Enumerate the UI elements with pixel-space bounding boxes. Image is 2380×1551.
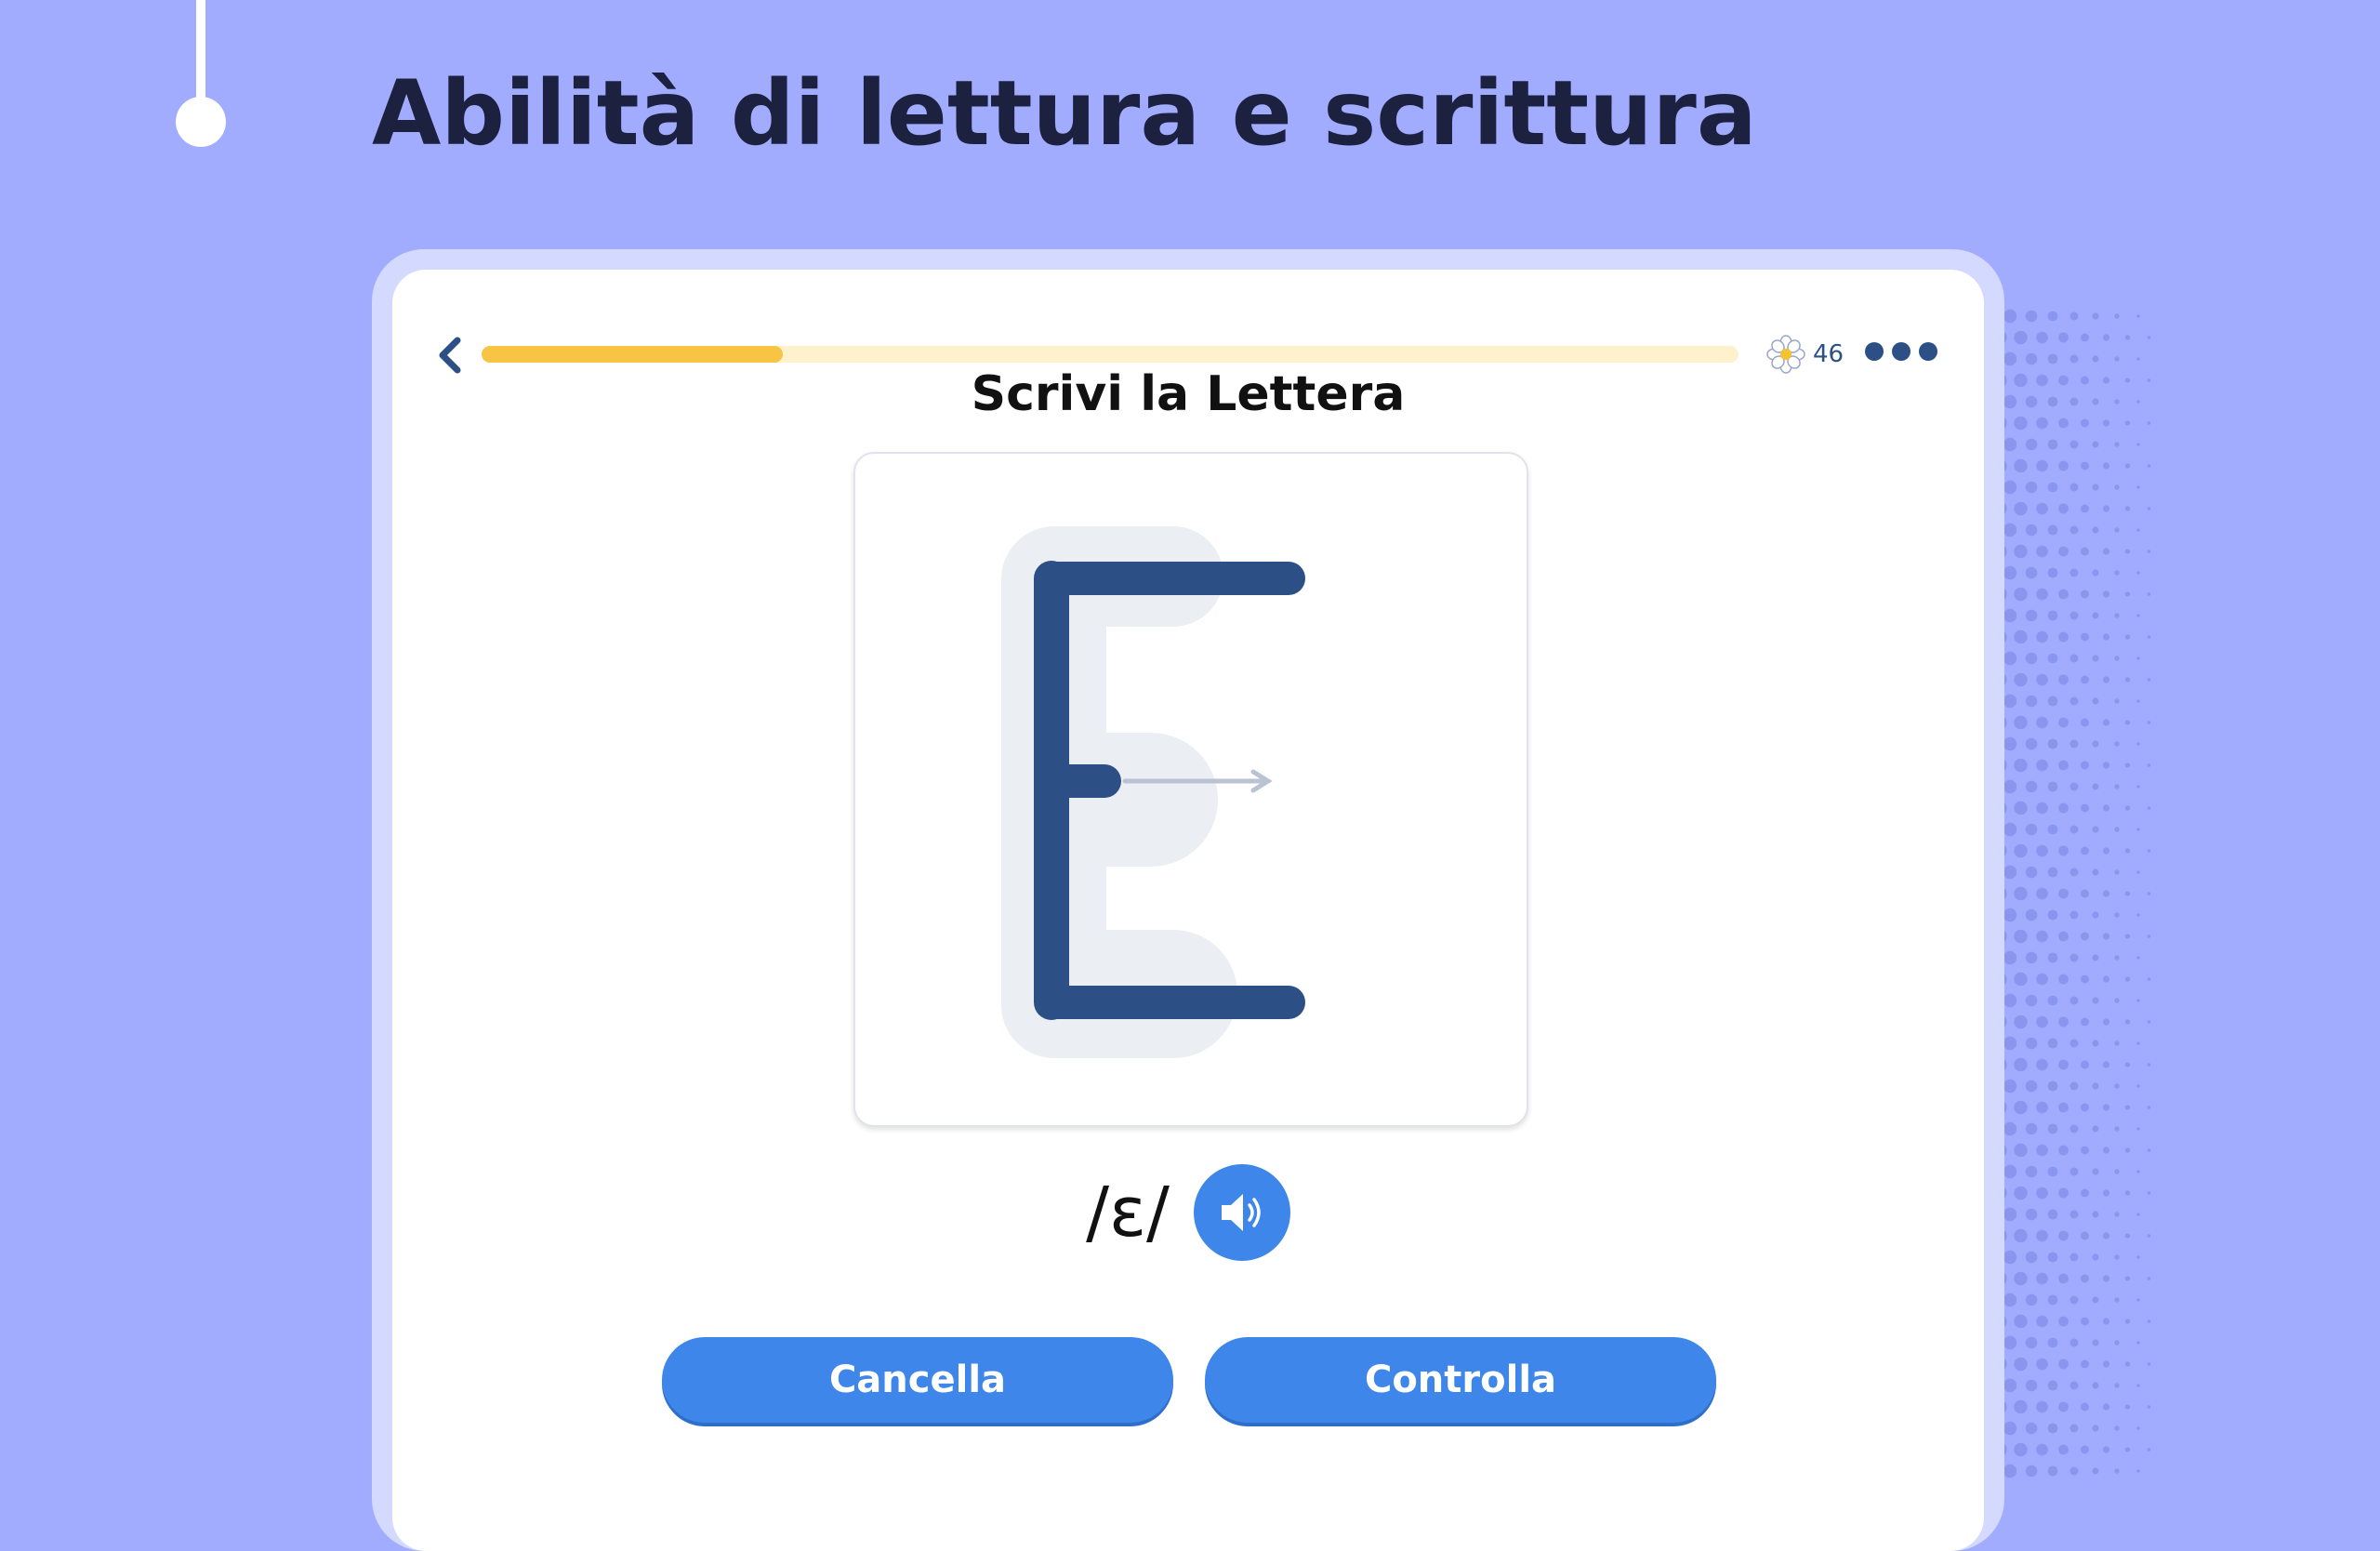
task-title: Scrivi la Lettera	[971, 366, 1406, 422]
letter-tracing-canvas[interactable]	[853, 452, 1528, 1127]
timeline-dot	[176, 97, 226, 147]
more-options-icon[interactable]	[1865, 342, 1937, 361]
speaker-icon	[1221, 1194, 1261, 1231]
more-dot	[1892, 342, 1911, 361]
lesson-progress-bar	[482, 346, 1739, 363]
tablet-frame: 46 Scrivi la Lettera /ɛ/ Cancella Contro…	[372, 249, 2004, 1551]
letter-e-tracing-guide	[1001, 526, 1305, 1058]
play-audio-button[interactable]	[1193, 1164, 1290, 1261]
points-value: 46	[1813, 340, 1844, 368]
page-title: Abilità di lettura e scrittura	[372, 61, 1757, 166]
lesson-progress-fill	[482, 346, 784, 363]
phonetic-transcription: /ɛ/	[1086, 1173, 1170, 1253]
more-dot	[1865, 342, 1884, 361]
check-button[interactable]: Controlla	[1205, 1337, 1716, 1423]
phonics-row: /ɛ/	[392, 1164, 1984, 1261]
clear-button[interactable]: Cancella	[662, 1337, 1173, 1423]
lesson-screen: 46 Scrivi la Lettera /ɛ/ Cancella Contro…	[392, 270, 1984, 1551]
timeline-line	[196, 0, 205, 112]
more-dot	[1919, 342, 1937, 361]
